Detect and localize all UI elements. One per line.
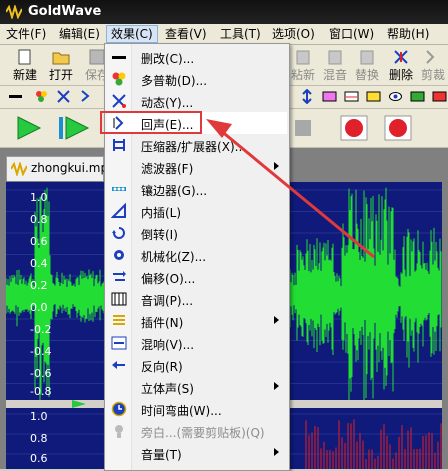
- dynamics-tool-icon[interactable]: [56, 89, 71, 104]
- eye-tool-icon[interactable]: [388, 89, 403, 104]
- y-label: -0.2: [30, 323, 52, 336]
- menu-edit[interactable]: 编辑(E): [55, 26, 104, 42]
- menu-options[interactable]: 选项(O): [268, 26, 319, 42]
- color-tool-icon[interactable]: [34, 89, 49, 104]
- doppler-icon: [112, 56, 126, 59]
- menu-file[interactable]: 文件(F): [2, 26, 50, 42]
- echo-tool-icon[interactable]: [78, 89, 93, 104]
- menu-item-reverb[interactable]: 混响(V)...: [107, 332, 287, 354]
- menu-item-interpolate[interactable]: 内插(L): [107, 200, 287, 222]
- y-label: 0.8: [30, 432, 48, 445]
- goldwave-logo-icon: [6, 5, 22, 19]
- replace-icon: [360, 50, 374, 65]
- menu-view[interactable]: 查看(V): [161, 26, 211, 42]
- y-label: -0.8: [30, 385, 52, 398]
- submenu-arrow-icon: [274, 162, 279, 170]
- pitch-tool-icon[interactable]: [322, 89, 337, 104]
- menu-item-time-warp[interactable]: 时间弯曲(W)...: [107, 398, 287, 420]
- wave-file-icon: [11, 162, 27, 176]
- submenu-arrow-icon: [274, 316, 279, 324]
- paste-new-button[interactable]: 粘新: [286, 47, 320, 83]
- menu-item-pitch[interactable]: 音调(P)...: [107, 288, 287, 310]
- play-marker-icon[interactable]: [72, 400, 86, 408]
- reverse-icon: [112, 361, 125, 369]
- record-icon[interactable]: [340, 115, 368, 141]
- paste-new-icon: [296, 50, 310, 65]
- y-label: 0.4: [30, 257, 48, 270]
- menu-item-flanger[interactable]: 镶边器(G)...: [107, 178, 287, 200]
- doppler-tool-icon[interactable]: [8, 89, 23, 104]
- doppler-color-icon: [112, 72, 126, 86]
- menu-effects[interactable]: 效果(C): [106, 25, 158, 43]
- menu-item-offset[interactable]: 偏移(O)...: [107, 266, 287, 288]
- y-label: 0.6: [30, 235, 48, 248]
- y-label: 0.6: [30, 452, 48, 465]
- replace-button[interactable]: 替换: [350, 47, 384, 83]
- submenu-arrow-icon: [274, 382, 279, 390]
- record-selection-icon[interactable]: [384, 115, 412, 141]
- mechanize-icon: [114, 250, 124, 260]
- trim-icon: [426, 50, 435, 64]
- menu-item-doppler-color[interactable]: 多普勒(D)...: [107, 68, 287, 90]
- menu-item-compressor[interactable]: 压缩器/扩展器(X)...: [107, 134, 287, 156]
- invert-icon: [112, 227, 125, 239]
- menu-item-invert[interactable]: 倒转(I): [107, 222, 287, 244]
- menu-item-volume[interactable]: 音量(T): [107, 442, 287, 464]
- trim-button[interactable]: 剪裁: [416, 47, 448, 83]
- y-label: -0.4: [30, 345, 52, 358]
- menu-help[interactable]: 帮助(H): [383, 26, 433, 42]
- annotation-highlight-box: [100, 111, 202, 134]
- mix-button[interactable]: 混音: [318, 47, 352, 83]
- menu-item-mechanize[interactable]: 机械化(Z)...: [107, 244, 287, 266]
- menu-item-dynamics[interactable]: 动态(Y)...: [107, 90, 287, 112]
- menu-item-reverse[interactable]: 反向(R): [107, 354, 287, 376]
- compressor-icon: [113, 139, 125, 151]
- menu-window[interactable]: 窗口(W): [325, 26, 378, 42]
- y-label: 1.0: [30, 410, 48, 423]
- y-label: -0.6: [30, 367, 52, 380]
- new-button[interactable]: 新建: [8, 47, 42, 83]
- dynamics-icon: [112, 94, 126, 108]
- y-label: 0.8: [30, 213, 48, 226]
- menu-bar: 文件(F) 编辑(E) 效果(C) 查看(V) 工具(T) 选项(O) 窗口(W…: [0, 24, 448, 45]
- reverb-icon: [111, 336, 127, 350]
- pitch-icon: [111, 292, 127, 306]
- time-warp-icon: [111, 401, 127, 417]
- offset-icon: [113, 271, 126, 281]
- play-icon[interactable]: [14, 115, 42, 141]
- menu-item-plugin[interactable]: 插件(N): [107, 310, 287, 332]
- menu-item-doppler[interactable]: 删改(C)...: [107, 46, 287, 68]
- stop-icon[interactable]: [294, 119, 312, 137]
- y-label: 1.0: [30, 191, 48, 204]
- delete-button[interactable]: 删除: [384, 47, 418, 83]
- mix-icon: [328, 50, 342, 65]
- menu-item-filter[interactable]: 滤波器(F): [107, 156, 287, 178]
- volume-tool-icon[interactable]: [432, 89, 447, 104]
- submenu-arrow-icon: [274, 448, 279, 456]
- mechanize-tool-icon[interactable]: [300, 89, 315, 104]
- stereo-tool-icon[interactable]: [366, 89, 381, 104]
- menu-tools[interactable]: 工具(T): [216, 26, 265, 42]
- voiceover-icon: [115, 425, 123, 438]
- menu-item-stereo[interactable]: 立体声(S): [107, 376, 287, 398]
- y-label: 0.2: [30, 279, 48, 292]
- interpolate-icon: [111, 203, 126, 218]
- open-folder-icon: [52, 52, 70, 65]
- new-file-icon: [18, 49, 31, 65]
- document-tab[interactable]: zhongkui.mp3: [6, 156, 116, 181]
- flanger-icon: [112, 187, 126, 191]
- y-label: 0.0: [30, 301, 48, 314]
- effects-menu: 删改(C)... 多普勒(D)... 动态(Y)... 回声(E)... 压缩器…: [104, 43, 290, 471]
- title-bar: GoldWave: [0, 0, 448, 24]
- delete-icon: [394, 50, 408, 64]
- app-title: GoldWave: [28, 4, 102, 19]
- spectrum-tool-icon[interactable]: [410, 89, 425, 104]
- play-selection-icon[interactable]: [58, 115, 90, 141]
- reverb-tool-icon[interactable]: [344, 89, 359, 104]
- plugin-icon: [113, 315, 125, 325]
- open-button[interactable]: 打开: [44, 47, 78, 83]
- menu-item-voiceover[interactable]: 旁白...(需要剪贴板)(Q): [107, 420, 287, 442]
